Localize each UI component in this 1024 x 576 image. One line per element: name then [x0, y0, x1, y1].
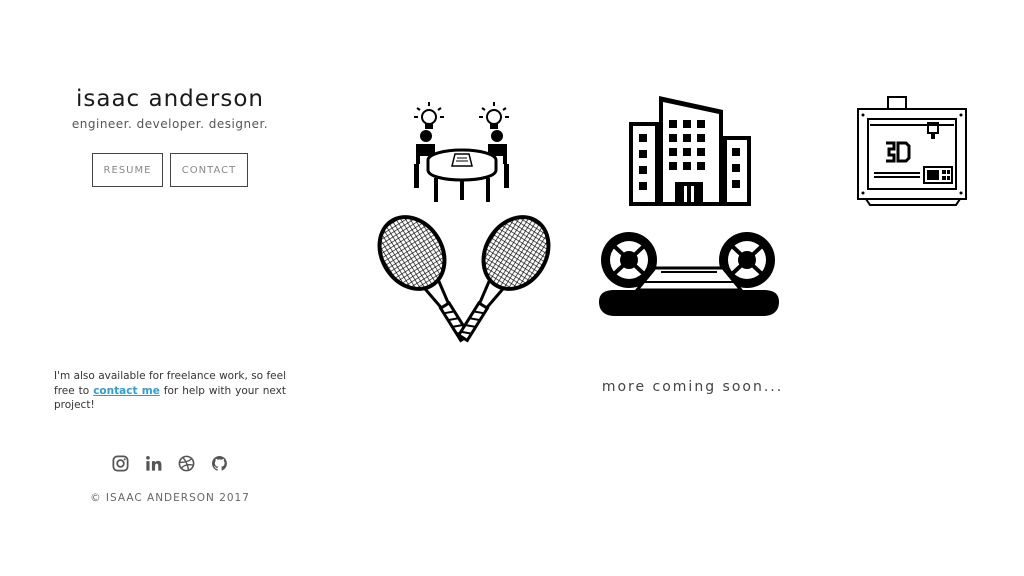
more-coming-soon: more coming soon...	[601, 379, 784, 395]
resume-button[interactable]: RESUME	[92, 153, 163, 187]
office-building-icon	[629, 96, 751, 206]
3d-printer-icon	[857, 96, 967, 206]
hovercraft-icon	[599, 232, 779, 316]
project-meeting[interactable]	[408, 98, 516, 206]
contact-button[interactable]: CONTACT	[170, 153, 248, 187]
project-3d-printer[interactable]	[856, 95, 970, 207]
tagline: engineer. developer. designer.	[71, 117, 269, 131]
tennis-rackets-icon	[377, 215, 551, 343]
project-tennis[interactable]	[376, 215, 552, 345]
project-building[interactable]	[627, 94, 753, 206]
social-links	[111, 454, 229, 474]
contact-me-link[interactable]: contact me	[93, 385, 160, 397]
copyright: © ISAAC ANDERSON 2017	[90, 492, 250, 504]
github-icon[interactable]	[210, 454, 229, 473]
freelance-text: I'm also available for freelance work, s…	[54, 369, 286, 413]
linkedin-icon[interactable]	[144, 454, 163, 473]
meeting-ideas-icon	[414, 102, 509, 202]
dribbble-icon[interactable]	[177, 454, 196, 473]
instagram-icon[interactable]	[111, 454, 130, 473]
project-hovercraft[interactable]	[597, 230, 781, 318]
site-title: isaac anderson	[75, 86, 265, 112]
sidebar: isaac anderson engineer. developer. desi…	[0, 0, 340, 576]
